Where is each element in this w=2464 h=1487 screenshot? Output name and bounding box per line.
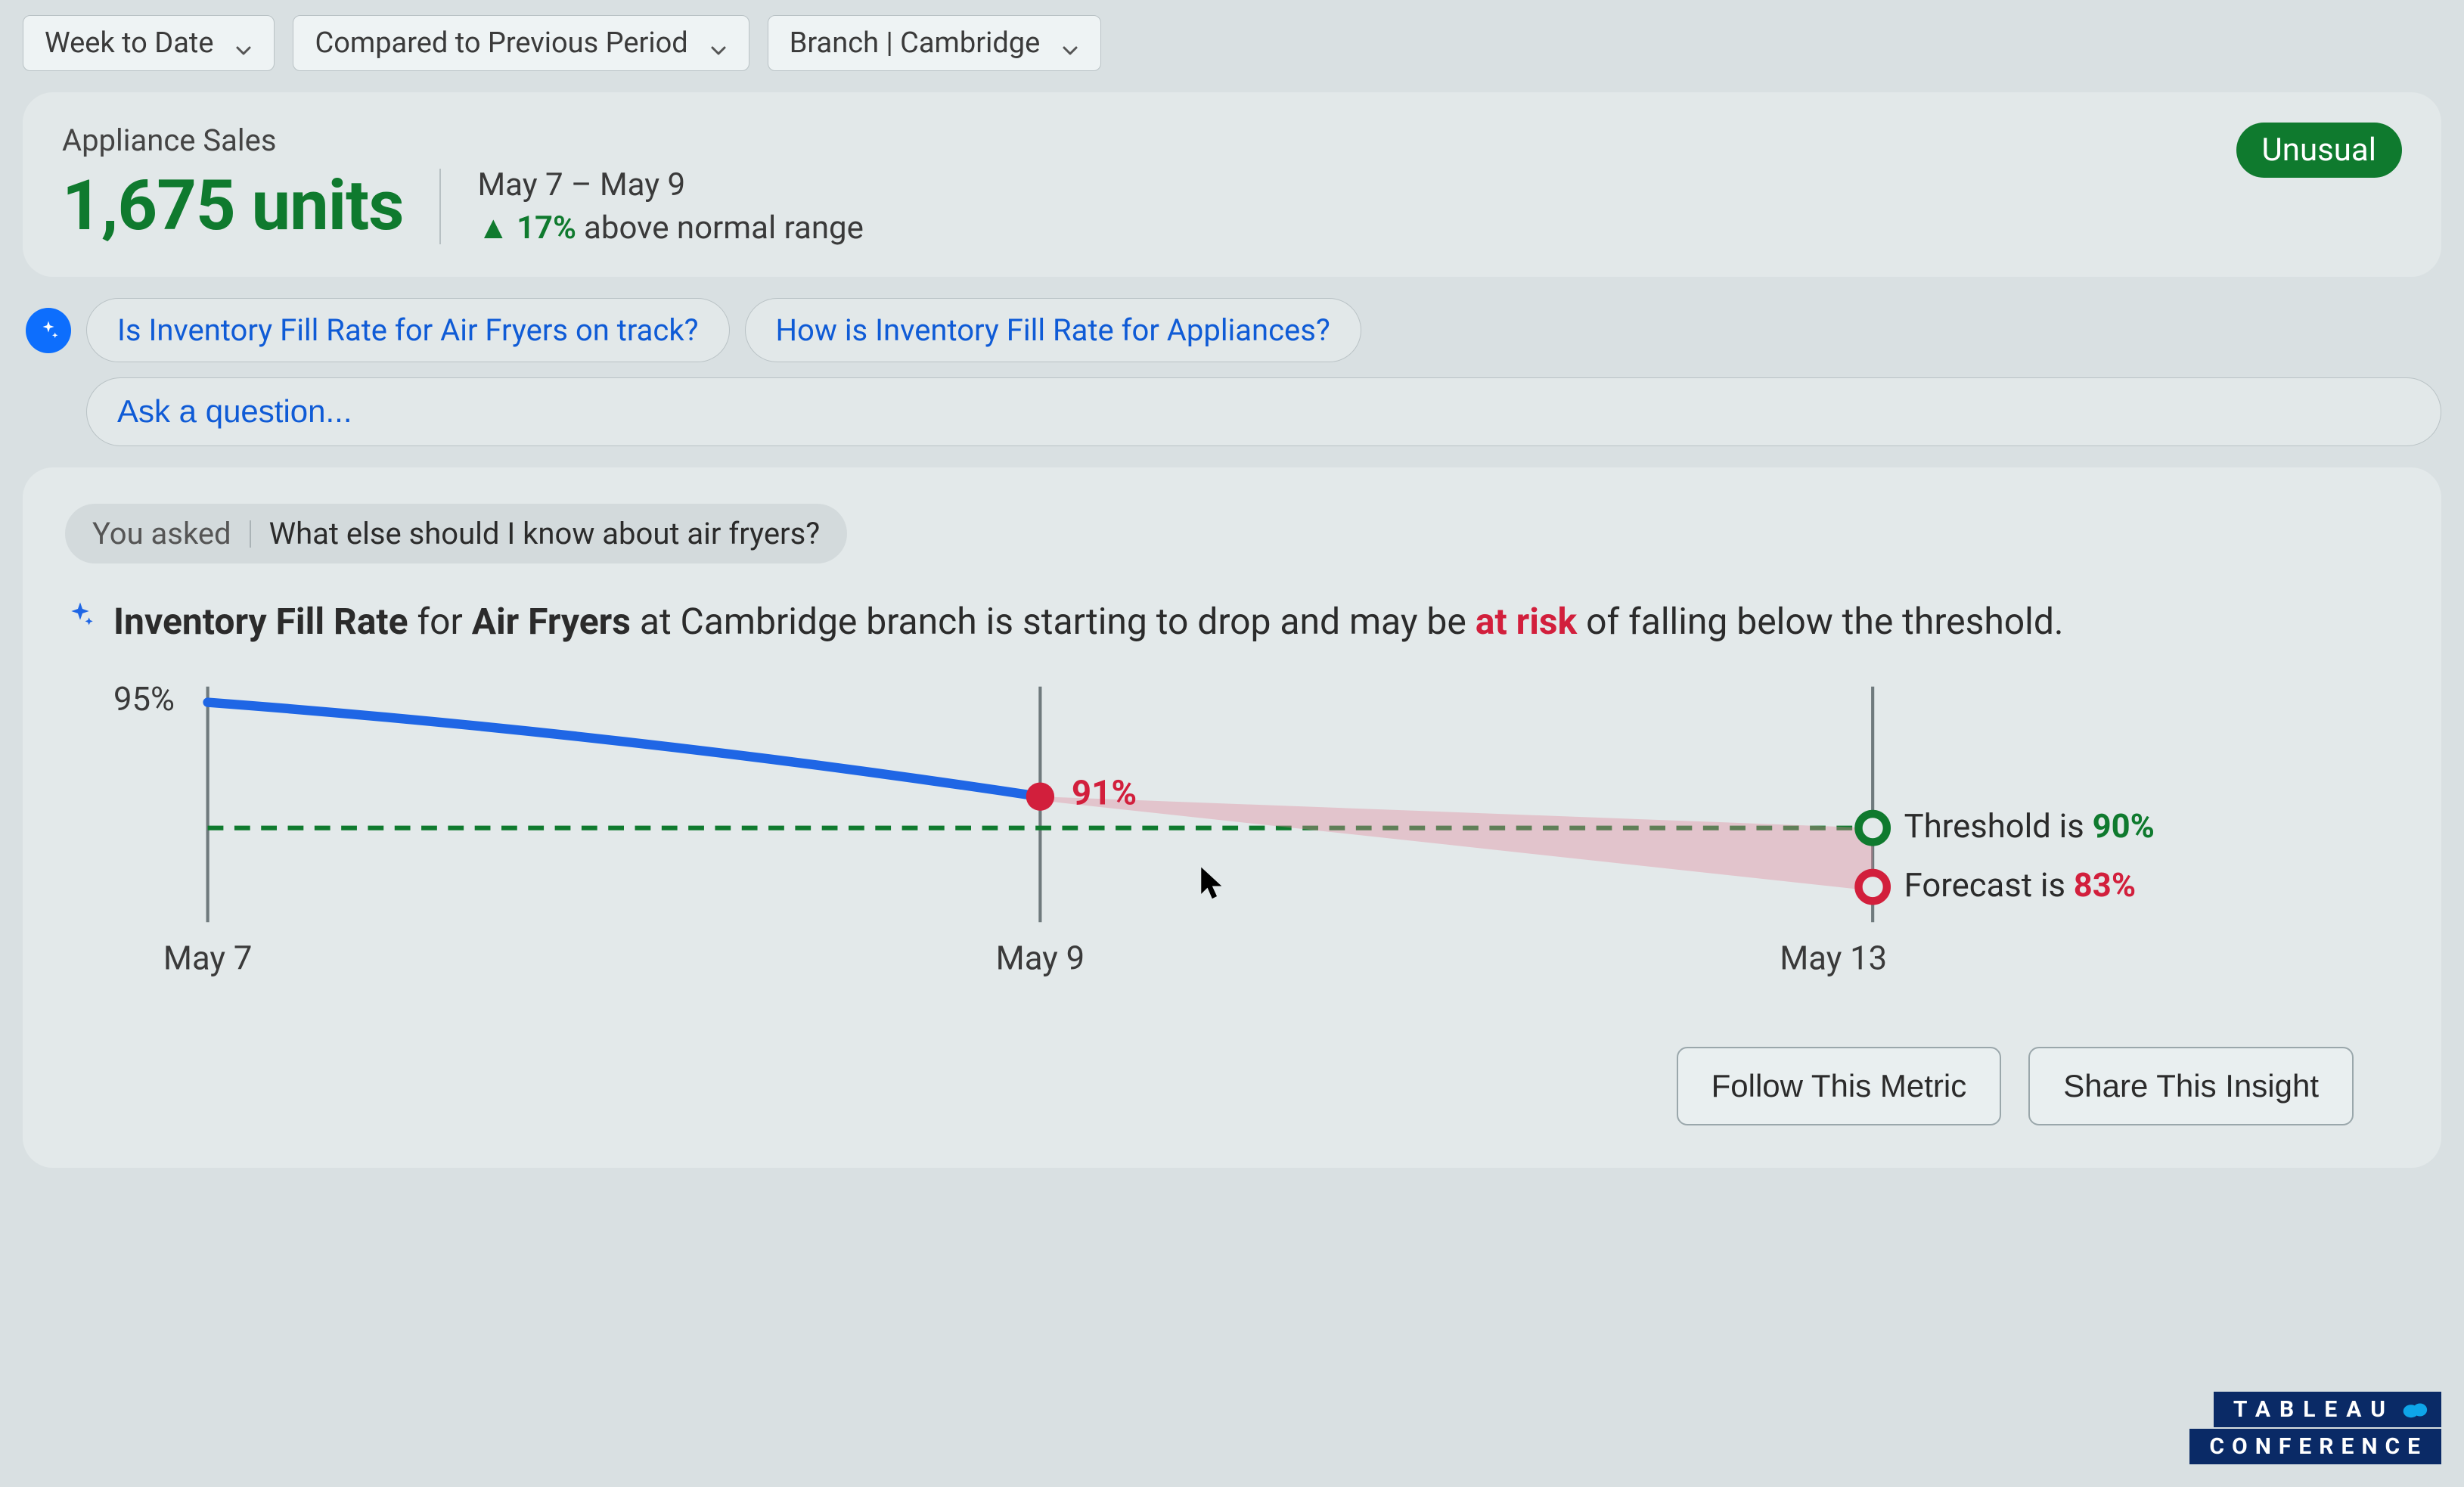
insight-p6: of falling below the threshold. [1577,600,2063,643]
brand-badge: TABLEAU CONFERENCE [2189,1392,2441,1464]
brand-line2: CONFERENCE [2189,1429,2441,1464]
chevron-down-icon [709,34,728,52]
insight-p2: for [408,600,472,643]
you-asked-question: What else should I know about air fryers… [269,516,821,551]
metric-meta: May 7 – May 9 ▲ 17% above normal range [477,166,863,247]
cursor-icon [1201,868,1221,899]
metric-date-range: May 7 – May 9 [477,166,863,203]
chart-forecast-label: Forecast is 83% [1904,866,2136,905]
suggestion-chip-0[interactable]: Is Inventory Fill Rate for Air Fryers on… [86,298,730,362]
status-badge: Unusual [2236,123,2402,178]
insight-p3: Air Fryers [472,600,631,643]
you-asked-pill: You asked What else should I know about … [65,504,847,563]
chart-xtick: May 7 [163,939,252,978]
you-asked-label: You asked [92,516,231,551]
chart-ytick: 95% [113,680,175,719]
filter-bar: Week to Date Compared to Previous Period… [23,15,2441,71]
filter-branch-label: Branch | Cambridge [790,26,1041,60]
metric-title: Appliance Sales [62,123,864,158]
metric-delta-pct: 17% [517,210,576,247]
divider [250,520,251,548]
chart-threshold-label: Threshold is 90% [1904,808,2155,846]
chart-forecast-cone [1040,797,1873,892]
chart: 95% 91% Threshold is 90% Forecast is 83%… [113,671,2399,1017]
filter-branch[interactable]: Branch | Cambridge [768,15,1102,71]
triangle-up-icon: ▲ [477,210,509,247]
chart-xtick: May 9 [996,939,1085,978]
brand-line1-text: TABLEAU [2233,1396,2394,1423]
chart-actual-line [208,703,1041,797]
insight-card: You asked What else should I know about … [23,467,2441,1168]
insight-actions: Follow This Metric Share This Insight [65,1047,2354,1125]
chart-threshold-marker [1858,814,1886,842]
insight-text: Inventory Fill Rate for Air Fryers at Ca… [113,594,2064,650]
filter-comparison[interactable]: Compared to Previous Period [293,15,749,71]
chevron-down-icon [234,34,253,52]
insight-p1: Inventory Fill Rate [113,600,408,643]
brand-line1: TABLEAU [2214,1392,2441,1427]
fill-rate-line-chart: 95% 91% Threshold is 90% Forecast is 83%… [113,671,2155,1017]
suggestion-chip-1[interactable]: How is Inventory Fill Rate for Appliance… [745,298,1361,362]
metric-value: 1,675 units [62,166,403,247]
metric-left: Appliance Sales 1,675 units May 7 – May … [62,123,864,247]
sparkle-icon [65,600,95,630]
metric-summary-card: Appliance Sales 1,675 units May 7 – May … [23,92,2441,277]
chart-xtick: May 13 [1780,939,1887,978]
sparkle-icon[interactable] [26,308,71,353]
metric-delta-suffix: above normal range [584,210,864,247]
insight-p5: at risk [1476,600,1577,643]
chart-forecast-marker [1858,873,1886,901]
chart-current-label: 91% [1072,774,1137,814]
follow-metric-button[interactable]: Follow This Metric [1677,1047,2002,1125]
chart-current-point [1026,783,1054,811]
insight-p4: at Cambridge branch is starting to drop … [631,600,1476,643]
chevron-down-icon [1061,34,1079,52]
metric-row: 1,675 units May 7 – May 9 ▲ 17% above no… [62,166,864,247]
insight-body: Inventory Fill Rate for Air Fryers at Ca… [65,594,2399,650]
ask-question-input-wrap[interactable] [86,377,2441,446]
divider [439,169,441,244]
cloud-icon [2402,1401,2428,1419]
filter-time-range-label: Week to Date [45,26,213,60]
ask-question-input[interactable] [117,393,2410,430]
filter-comparison-label: Compared to Previous Period [315,26,687,60]
share-insight-button[interactable]: Share This Insight [2028,1047,2354,1125]
metric-delta: ▲ 17% above normal range [477,210,863,247]
filter-time-range[interactable]: Week to Date [23,15,275,71]
suggestion-row: Is Inventory Fill Rate for Air Fryers on… [26,298,2441,362]
